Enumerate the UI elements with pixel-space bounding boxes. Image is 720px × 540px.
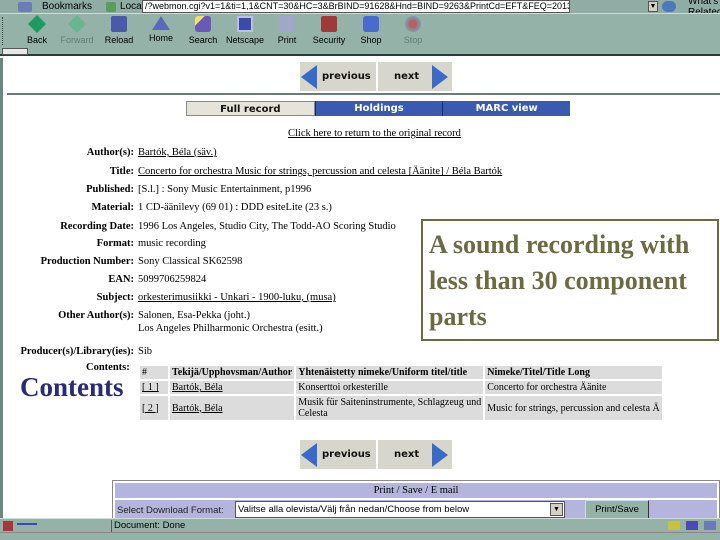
navigator-icon[interactable] (668, 521, 680, 530)
security-icon (321, 16, 337, 32)
home-button[interactable]: Home (140, 16, 182, 48)
table-row: [ 1 ] Bartók, Béla Konserttoi orkesteril… (140, 381, 662, 394)
contents-label: Contents: (86, 362, 130, 373)
record-view-tabs: Full record Holdings MARC view (186, 101, 571, 116)
row-title-long: Music for strings, percussion and celest… (485, 396, 662, 420)
download-format-select[interactable]: Valitse alla olevista/Välj från nedan/Ch… (235, 501, 565, 518)
url-dropdown-button[interactable]: ▼ (648, 1, 658, 12)
field-published: Published: [S.l.] : Sony Music Entertainm… (86, 184, 312, 195)
arrow-left-icon (301, 443, 317, 467)
tab-full-record[interactable]: Full record (186, 101, 315, 116)
print-icon (279, 16, 295, 32)
print-button[interactable]: Print (266, 16, 308, 48)
location-bar: Bookmarks Location: /?webmon.cgi?v1=1&ti… (0, 0, 720, 18)
back-button[interactable]: Back (16, 14, 58, 48)
taskbar-strip (0, 532, 720, 540)
composer-icon[interactable] (704, 521, 716, 530)
row-uniform-title: Konserttoi orkesterille (296, 381, 484, 394)
row-author-link[interactable]: Bartók, Béla (170, 396, 295, 420)
download-format-row: Select Download Format: Valitse alla ole… (115, 500, 717, 520)
next-button[interactable]: next (378, 440, 452, 469)
title-link[interactable]: Concerto for orchestra Music for strings… (138, 166, 502, 177)
subject-link[interactable]: orkesterimusiikki - Unkari - 1900-luku, … (138, 292, 336, 303)
navigation-toolbar: Back Forward Reload Home Search Netscape… (0, 13, 720, 47)
arrow-right-icon (432, 443, 448, 467)
col-header-number: # (140, 366, 168, 379)
row-author-link[interactable]: Bartók, Béla (170, 381, 295, 394)
stop-icon (405, 16, 421, 32)
contents-annotation: Contents (20, 372, 124, 402)
col-header-title-long: Nimeke/Titel/Title Long (485, 366, 662, 379)
netscape-icon (237, 16, 253, 32)
field-production-number: Production Number: Sony Classical SK62598 (40, 256, 243, 267)
location-icon (106, 1, 117, 12)
security-button[interactable]: Security (308, 16, 350, 48)
reload-icon (111, 16, 127, 32)
bottom-pagination: previous next (300, 440, 452, 469)
row-title-long: Concerto for orchestra Äänite (485, 381, 662, 394)
previous-button[interactable]: previous (300, 62, 376, 91)
back-icon (27, 14, 47, 34)
download-format-label: Select Download Format: (117, 505, 224, 516)
next-button[interactable]: next (378, 62, 452, 91)
tab-holdings[interactable]: Holdings (314, 101, 443, 116)
personal-toolbar-strip (0, 47, 720, 56)
tab-marc-view[interactable]: MARC view (442, 101, 571, 116)
url-input[interactable]: /?webmon.cgi?v1=1&ti=1,1&CNT=30&HC=3&BrB… (142, 0, 570, 13)
top-pagination: previous next (300, 62, 452, 91)
table-header-row: # Tekijä/Upphovsman/Author Yhtenäistetty… (140, 366, 662, 379)
stop-button[interactable]: Stop (392, 16, 434, 48)
row-uniform-title: Musik für Saiteninstrumente, Schlagzeug … (296, 396, 484, 420)
reload-button[interactable]: Reload (98, 16, 140, 48)
author-link[interactable]: Bartók, Béla (säv.) (138, 147, 217, 158)
security-lock-icon[interactable] (3, 521, 13, 531)
forward-icon (67, 14, 87, 34)
bookmarks-button[interactable]: Bookmarks (42, 1, 92, 12)
search-button[interactable]: Search (182, 16, 224, 48)
print-save-panel: Print / Save / E mail Select Download Fo… (112, 480, 720, 520)
divider (7, 93, 720, 95)
bookmarks-icon[interactable] (18, 1, 32, 12)
print-save-button[interactable]: Print/Save (585, 500, 649, 519)
table-row: [ 2 ] Bartók, Béla Musik für Saiteninstr… (140, 396, 662, 420)
field-other-authors: Other Author(s): Salonen, Esa-Pekka (joht… (58, 310, 323, 334)
personal-toolbar-tab[interactable] (2, 48, 28, 55)
annotation-callout: A sound recording with less than 30 comp… (421, 219, 719, 341)
return-to-original-link[interactable]: Click here to return to the original rec… (288, 128, 461, 139)
home-icon (152, 16, 170, 30)
search-icon (195, 16, 211, 32)
field-title: Title: Concerto for orchestra Music for s… (109, 166, 503, 177)
forward-button[interactable]: Forward (56, 14, 98, 48)
netscape-button[interactable]: Netscape (224, 16, 266, 48)
status-separator (111, 520, 112, 532)
row-number-link[interactable]: [ 2 ] (140, 396, 168, 420)
component-bar (668, 521, 716, 530)
shop-button[interactable]: Shop (350, 16, 392, 48)
field-producer-library: Producer(s)/Library(ies): Sib (20, 346, 153, 357)
field-format: Format: music recording (96, 238, 206, 249)
whats-related-icon[interactable] (662, 1, 676, 12)
print-panel-title: Print / Save / E mail (115, 483, 717, 498)
status-bar: Document: Done (0, 518, 720, 532)
previous-button[interactable]: previous (300, 440, 376, 469)
col-header-author: Tekijä/Upphovsman/Author (170, 366, 295, 379)
status-text: Document: Done (114, 520, 186, 531)
connection-icon (17, 523, 37, 527)
contents-table: # Tekijä/Upphovsman/Author Yhtenäistetty… (138, 364, 664, 422)
shop-icon (363, 16, 379, 32)
col-header-uniform-title: Yhtenäistetty nimeke/Uniform titel/title (296, 366, 484, 379)
arrow-left-icon (301, 65, 317, 89)
arrow-right-icon (432, 65, 448, 89)
field-subject: Subject: orkesterimusiikki - Unkari - 190… (96, 292, 336, 303)
field-ean: EAN: 5099706259824 (108, 274, 207, 285)
field-author: Author(s): Bartók, Béla (säv.) (86, 147, 217, 158)
toolbar-grip[interactable] (2, 17, 5, 45)
field-recording-date: Recording Date: 1996 Los Angeles, Studio … (60, 221, 396, 232)
field-material: Material: 1 CD-äänilevy (69 01) : DDD esi… (91, 202, 332, 213)
mail-icon[interactable] (686, 521, 698, 530)
chevron-down-icon[interactable]: ▼ (550, 503, 563, 516)
row-number-link[interactable]: [ 1 ] (140, 381, 168, 394)
